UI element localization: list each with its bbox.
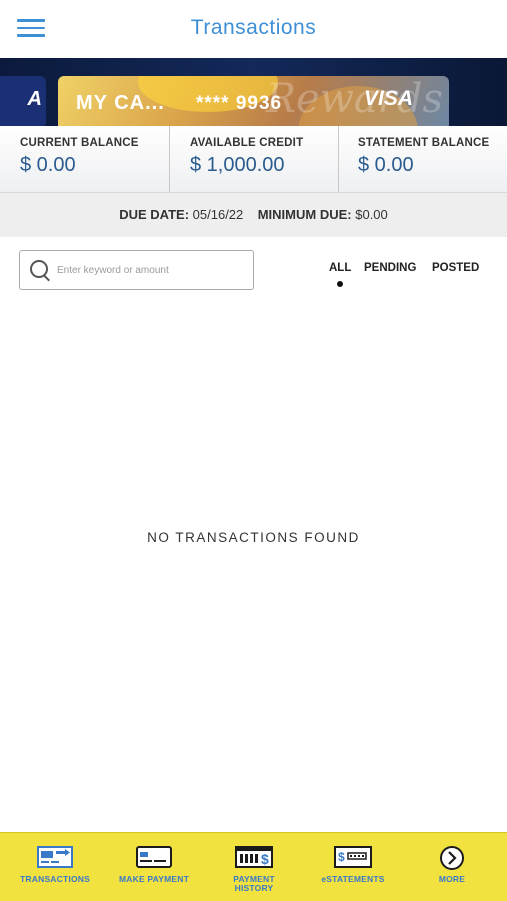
tab-payment-history-label: PAYMENT HISTORY [233, 874, 275, 893]
due-info-bar: DUE DATE: 05/16/22 MINIMUM DUE: $0.00 [0, 193, 507, 237]
search-icon [30, 260, 48, 278]
previous-card[interactable]: A [0, 76, 46, 126]
minimum-due-value: $0.00 [355, 207, 388, 222]
estatements-icon: $ [334, 846, 372, 868]
filter-posted[interactable]: POSTED [432, 262, 479, 274]
bottom-tab-bar: TRANSACTIONS MAKE PAYMENT $ PAYMENT HISTO… [0, 832, 507, 901]
visa-logo: VISA [364, 87, 414, 110]
previous-card-brand: A [27, 88, 42, 110]
card-payment-icon [136, 846, 172, 868]
minimum-due-label: MINIMUM DUE: [257, 207, 352, 222]
search-box[interactable] [19, 250, 254, 290]
search-input[interactable] [55, 260, 249, 280]
tab-make-payment-label: MAKE PAYMENT [119, 874, 189, 884]
chevron-right-circle-icon [440, 846, 464, 870]
empty-state-message: NO TRANSACTIONS FOUND [147, 530, 360, 545]
card-rewards-watermark: Rewards [265, 76, 443, 122]
available-credit-value: $ 1,000.00 [190, 154, 285, 176]
tab-estatements[interactable]: $ eSTATEMENTS [303, 833, 403, 901]
balance-summary: CURRENT BALANCE $ 0.00 AVAILABLE CREDIT … [0, 126, 507, 193]
card-name: MY CA... [76, 92, 165, 114]
payment-history-icon: $ [235, 846, 273, 868]
tab-payment-history[interactable]: $ PAYMENT HISTORY [204, 833, 304, 901]
tab-transactions[interactable]: TRANSACTIONS [5, 833, 105, 901]
filter-pending[interactable]: PENDING [364, 262, 416, 274]
svg-text:$: $ [261, 851, 269, 867]
tab-more[interactable]: MORE [402, 833, 502, 901]
card-number: **** 9936 [196, 93, 283, 114]
current-balance-value: $ 0.00 [20, 154, 76, 176]
tab-make-payment[interactable]: MAKE PAYMENT [104, 833, 204, 901]
page-title: Transactions [190, 16, 317, 39]
filter-all[interactable]: ALL [329, 262, 351, 274]
due-date-value: 05/16/22 [192, 207, 244, 222]
current-balance-label: CURRENT BALANCE [20, 137, 139, 149]
available-credit: AVAILABLE CREDIT $ 1,000.00 [169, 126, 338, 192]
tab-estatements-label: eSTATEMENTS [321, 874, 385, 884]
tab-transactions-label: TRANSACTIONS [20, 874, 90, 884]
available-credit-label: AVAILABLE CREDIT [190, 137, 304, 149]
app-header: Transactions [0, 0, 507, 59]
tab-more-label: MORE [438, 874, 466, 884]
statement-balance: STATEMENT BALANCE $ 0.00 [338, 126, 507, 192]
transactions-icon [37, 846, 73, 868]
selected-filter-indicator [337, 281, 343, 287]
svg-text:$: $ [338, 850, 345, 864]
card-carousel[interactable]: A Rewards MY CA... **** 9936 VISA [0, 58, 507, 126]
statement-balance-value: $ 0.00 [358, 154, 414, 176]
statement-balance-label: STATEMENT BALANCE [358, 137, 490, 149]
due-date-label: DUE DATE: [119, 207, 190, 222]
current-balance: CURRENT BALANCE $ 0.00 [0, 126, 168, 192]
credit-card[interactable]: Rewards MY CA... **** 9936 VISA [58, 76, 449, 126]
